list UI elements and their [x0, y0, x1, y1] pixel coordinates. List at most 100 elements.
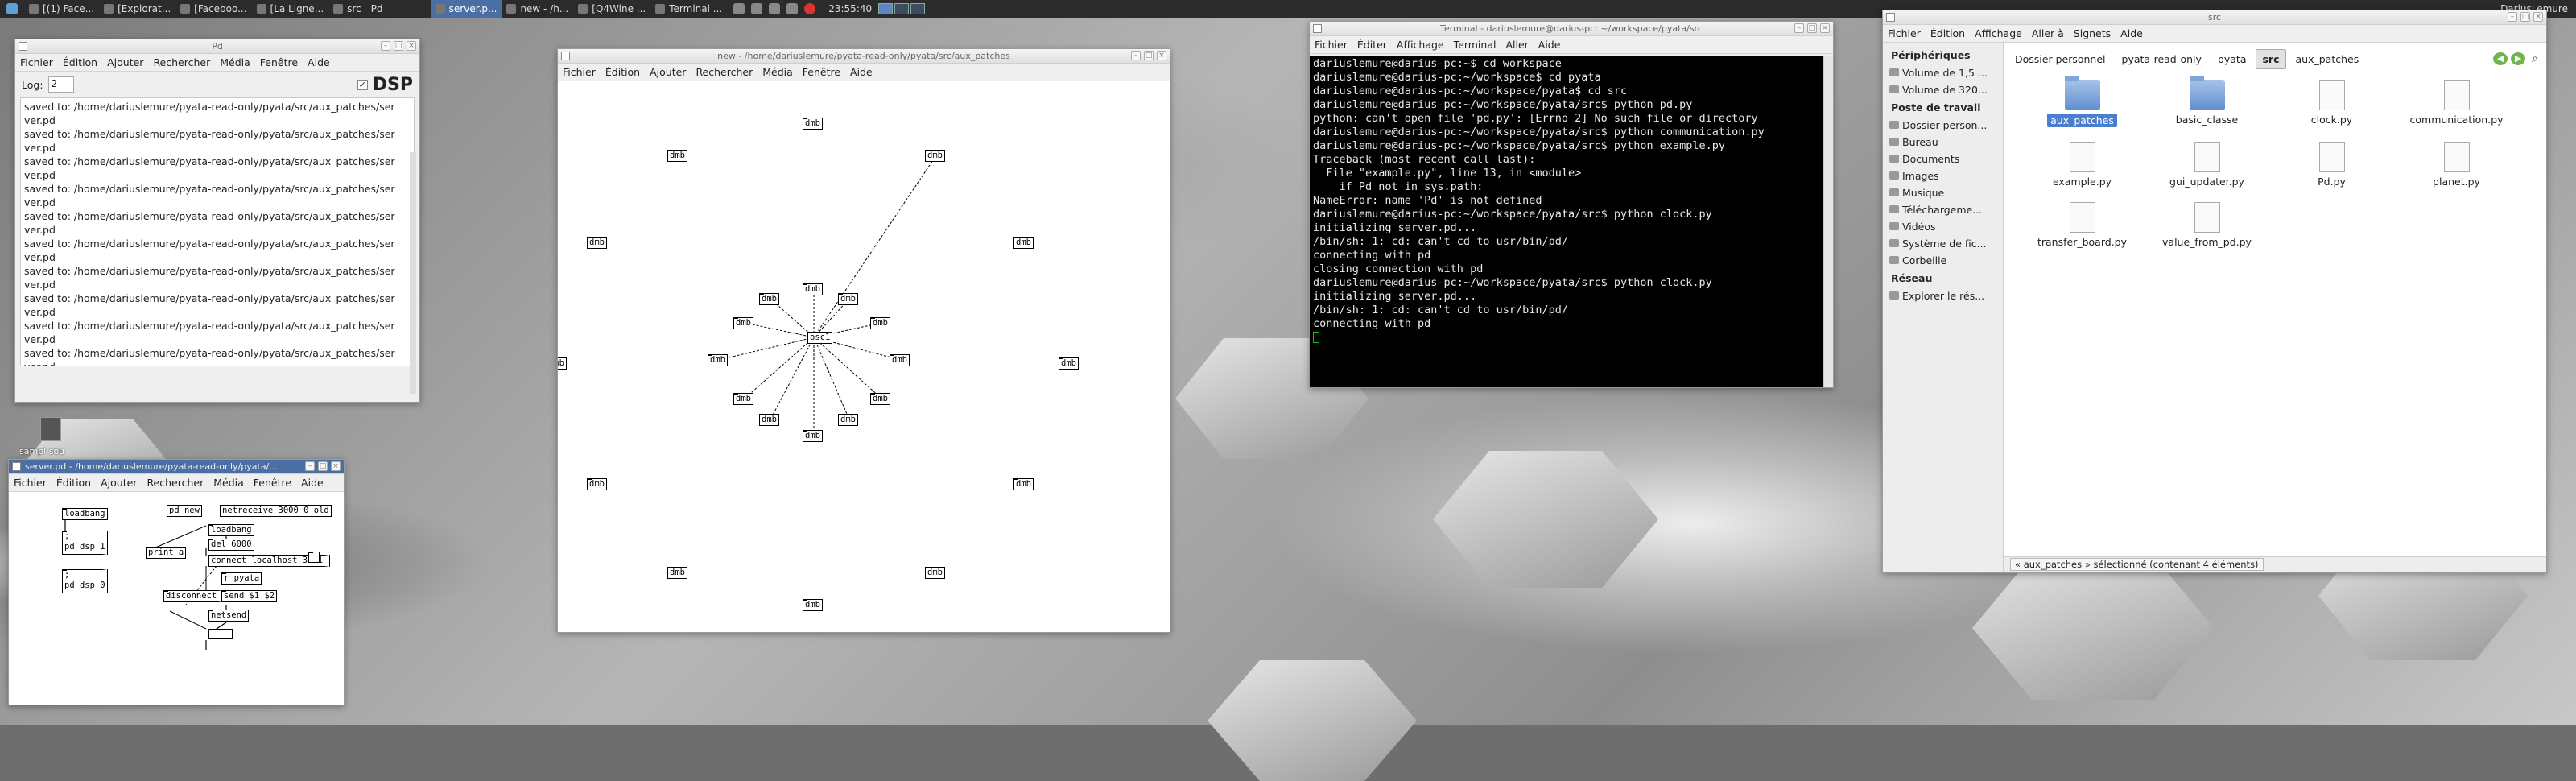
volume-icon[interactable]	[733, 3, 745, 14]
desktop-icon-label[interactable]: sampl sou	[19, 446, 64, 457]
obj-send[interactable]: send $1 $2	[221, 590, 278, 602]
node-object[interactable]: dmb	[587, 237, 607, 249]
workspace-2[interactable]	[894, 3, 910, 14]
sidebar-item-music[interactable]: Musique	[1883, 184, 2003, 201]
task-new-patch[interactable]: new - /h...	[502, 0, 573, 18]
workspace-switcher[interactable]	[878, 3, 926, 14]
menu-fichier[interactable]: Fichier	[1315, 39, 1348, 51]
menu-ajouter[interactable]: Ajouter	[101, 477, 137, 489]
close-icon[interactable]: ×	[1820, 23, 1830, 33]
maximize-icon[interactable]: □	[1144, 51, 1154, 60]
workspace-3[interactable]	[910, 3, 926, 14]
close-icon[interactable]: ×	[1157, 51, 1166, 60]
sidebar-item-home[interactable]: Dossier person...	[1883, 117, 2003, 134]
menu-fichier[interactable]: Fichier	[14, 477, 47, 489]
minimize-icon[interactable]: –	[305, 461, 315, 471]
log-level-select[interactable]: 2	[47, 76, 74, 93]
dsp-toggle[interactable]: ✓ DSP	[357, 75, 413, 95]
console-scrollbar[interactable]	[410, 152, 416, 394]
crumb-aux-patches[interactable]: aux_patches	[2289, 49, 2366, 69]
sidebar-item-network[interactable]: Explorer le rés...	[1883, 287, 2003, 304]
menu-rechercher[interactable]: Rechercher	[696, 66, 753, 78]
search-icon[interactable]: ⌕	[2529, 52, 2541, 65]
file-item[interactable]: transfer_board.py	[2020, 202, 2145, 248]
patch-canvas[interactable]: dmb dmb dmb dmb dmb dmb dmb dmb dmb dmb dmb dmb dmb d…	[558, 81, 1170, 632]
maximize-icon[interactable]: □	[2520, 12, 2530, 22]
task-pd[interactable]: Pd	[366, 0, 431, 18]
file-item[interactable]: example.py	[2020, 142, 2145, 188]
menu-media[interactable]: Média	[213, 477, 244, 489]
node-object[interactable]: dmb	[838, 293, 858, 305]
menu-fichier[interactable]: Fichier	[1888, 27, 1921, 39]
node-object[interactable]: dmb	[733, 317, 753, 329]
msg-dsp-0[interactable]: ; pd dsp 0	[62, 569, 107, 593]
node-object[interactable]: dmb	[803, 283, 823, 295]
minimize-icon[interactable]: –	[2508, 12, 2517, 22]
menu-edition[interactable]: Édition	[56, 477, 91, 489]
obj-print[interactable]: print a	[146, 547, 187, 559]
menu-fenetre[interactable]: Fenêtre	[260, 56, 298, 68]
workspace-1[interactable]	[878, 3, 894, 14]
obj-loadbang-2[interactable]: loadbang	[208, 524, 254, 536]
sidebar-item-desktop[interactable]: Bureau	[1883, 134, 2003, 151]
maximize-icon[interactable]: □	[318, 461, 328, 471]
menu-media[interactable]: Média	[220, 56, 250, 68]
desktop-file-icon[interactable]	[40, 417, 61, 441]
number-box[interactable]	[208, 629, 233, 639]
dsp-checkbox[interactable]: ✓	[357, 79, 368, 90]
patch-canvas[interactable]: loadbang pd new netreceive 3000 0 old lo…	[9, 492, 344, 705]
crumb-src[interactable]: src	[2256, 48, 2286, 69]
window-titlebar[interactable]: new - /home/dariuslemure/pyata-read-only…	[558, 49, 1170, 64]
window-titlebar[interactable]: Pd – □ ×	[15, 39, 419, 54]
menu-aide[interactable]: Aide	[1538, 39, 1561, 51]
node-object[interactable]: dmb	[587, 478, 607, 490]
menu-aide[interactable]: Aide	[308, 56, 330, 68]
task-explorateur[interactable]: [Explorat...	[99, 0, 175, 18]
menu-fichier[interactable]: Fichier	[20, 56, 53, 68]
node-object[interactable]: dmb	[925, 150, 945, 162]
minimize-icon[interactable]: –	[1794, 23, 1804, 33]
menu-fenetre[interactable]: Fenêtre	[254, 477, 291, 489]
file-item[interactable]: gui_updater.py	[2145, 142, 2269, 188]
sidebar-item-filesystem[interactable]: Système de fic...	[1883, 235, 2003, 252]
file-item[interactable]: basic_classe	[2145, 76, 2269, 127]
file-item[interactable]: planet.py	[2394, 142, 2519, 188]
task-facebook-2[interactable]: [Faceboo...	[175, 0, 251, 18]
maximize-icon[interactable]: □	[1807, 23, 1817, 33]
alert-icon[interactable]	[804, 3, 816, 14]
menu-affichage[interactable]: Affichage	[1975, 27, 2022, 39]
menu-edition[interactable]: Édition	[605, 66, 640, 78]
node-object[interactable]: dmb	[1013, 237, 1034, 249]
bang-object[interactable]	[308, 552, 320, 563]
task-facebook-1[interactable]: [(1) Face...	[24, 0, 99, 18]
menu-edition[interactable]: Édition	[63, 56, 97, 68]
window-titlebar[interactable]: server.pd - /home/dariuslemure/pyata-rea…	[9, 460, 344, 474]
sidebar-item-documents[interactable]: Documents	[1883, 151, 2003, 167]
menu-edition[interactable]: Édition	[1930, 27, 1965, 39]
menu-ajouter[interactable]: Ajouter	[650, 66, 686, 78]
folder-icon[interactable]	[1886, 13, 1895, 22]
obj-netreceive[interactable]: netreceive 3000 0 old	[220, 505, 332, 517]
menu-aide[interactable]: Aide	[301, 477, 324, 489]
task-terminal[interactable]: Terminal ...	[650, 0, 727, 18]
node-object[interactable]: dmb	[1013, 478, 1034, 490]
hub-object[interactable]: osc1	[807, 332, 833, 344]
menu-terminal[interactable]: Terminal	[1454, 39, 1496, 51]
node-object[interactable]: dmb	[925, 567, 945, 579]
node-object[interactable]: dmb	[667, 150, 687, 162]
terminal-scrollbar[interactable]	[1823, 56, 1833, 387]
window-menu-icon[interactable]	[19, 42, 27, 51]
crumb-home[interactable]: Dossier personnel	[2008, 49, 2112, 69]
notification-icon[interactable]	[786, 3, 799, 14]
node-object[interactable]: dmb	[733, 393, 753, 405]
maximize-icon[interactable]: □	[394, 41, 403, 51]
task-server-pd[interactable]: server.p...	[430, 0, 502, 18]
back-icon[interactable]: ◀	[2493, 52, 2508, 65]
close-icon[interactable]: ×	[2533, 12, 2543, 22]
close-icon[interactable]: ×	[331, 461, 341, 471]
close-icon[interactable]: ×	[407, 41, 416, 51]
crumb-pyata-read-only[interactable]: pyata-read-only	[2116, 49, 2208, 69]
menu-aide[interactable]: Aide	[2120, 27, 2143, 39]
file-item[interactable]: clock.py	[2269, 80, 2394, 127]
menu-fichier[interactable]: Fichier	[563, 66, 596, 78]
